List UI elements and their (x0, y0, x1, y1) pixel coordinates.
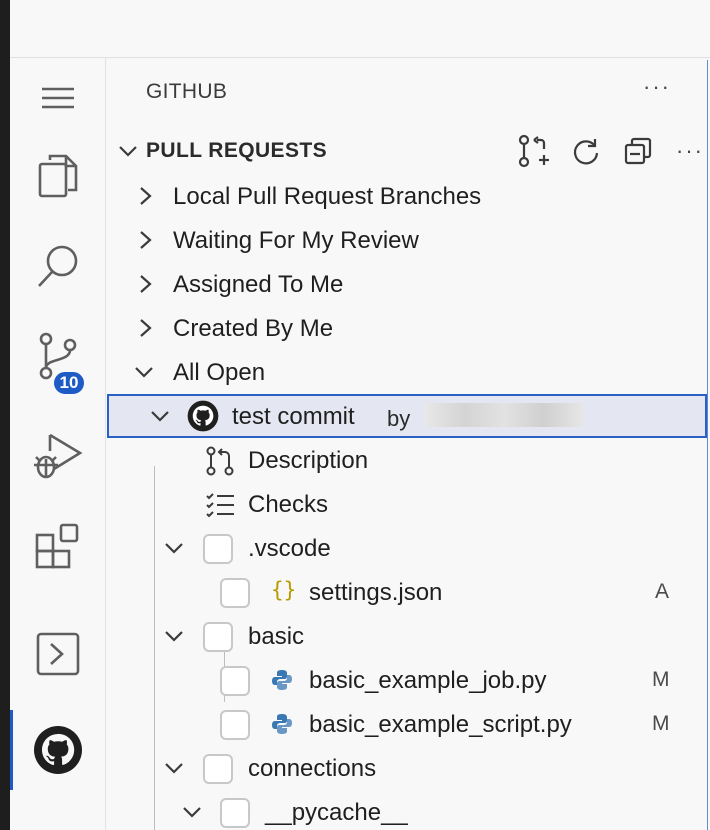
github-avatar-icon (187, 400, 219, 437)
file-item-basic-example-script[interactable]: basic_example_script.py M (107, 702, 707, 746)
chevron-down-icon (117, 140, 139, 167)
search-icon (38, 245, 78, 287)
chevron-down-icon (181, 801, 203, 828)
tree-item-assigned[interactable]: Assigned To Me (107, 262, 707, 306)
python-file-icon (271, 713, 293, 740)
title-bar (10, 0, 710, 58)
pull-request-author-prefix: by (387, 406, 411, 431)
file-label: basic_example_job.py (309, 667, 547, 694)
chevron-down-icon (133, 361, 155, 388)
folder-item-vscode[interactable]: .vscode (107, 526, 707, 570)
menu-button[interactable] (10, 58, 106, 138)
changes-badge: 10 (52, 370, 86, 396)
extensions-icon (35, 523, 79, 569)
file-status-modified: M (652, 668, 670, 691)
git-pull-request-create-icon (518, 134, 549, 168)
collapse-all-button[interactable] (619, 134, 657, 168)
tree-item-label: Local Pull Request Branches (173, 183, 482, 210)
file-checkbox[interactable] (220, 578, 250, 608)
chevron-down-icon (163, 537, 185, 564)
explorer-button[interactable] (10, 136, 106, 216)
tree-item-label: Assigned To Me (173, 271, 344, 298)
file-label: basic_example_script.py (309, 711, 572, 738)
github-button[interactable] (10, 710, 106, 790)
view-more-button[interactable]: ··· (643, 74, 671, 100)
chevron-right-icon (135, 273, 155, 300)
file-checkbox[interactable] (220, 710, 250, 740)
chevron-right-icon (135, 317, 155, 344)
chevron-down-icon (163, 625, 185, 652)
create-pull-request-button[interactable] (515, 134, 553, 168)
chevron-right-icon (135, 229, 155, 256)
refresh-icon (573, 139, 599, 165)
tree-item-description[interactable]: Description (107, 438, 707, 482)
folder-label: .vscode (248, 535, 331, 562)
python-file-icon (271, 669, 293, 696)
pull-requests-section-header[interactable]: PULL REQUESTS ··· (107, 130, 707, 170)
checklist-icon (205, 492, 235, 523)
tree-item-label: Created By Me (173, 315, 334, 342)
tree-item-label: Description (248, 447, 369, 474)
refresh-button[interactable] (567, 134, 605, 168)
source-control-button[interactable]: 10 (10, 316, 106, 396)
folder-label: __pycache__ (265, 799, 408, 826)
file-checkbox[interactable] (220, 666, 250, 696)
file-status-added: A (655, 580, 670, 603)
pull-request-title: test commit (232, 403, 355, 430)
pull-request-item[interactable]: test commit by (107, 394, 707, 438)
json-file-icon: {} (271, 578, 297, 602)
extensions-button[interactable] (10, 506, 106, 586)
file-label: settings.json (309, 579, 443, 606)
folder-checkbox[interactable] (220, 798, 250, 828)
files-icon (38, 154, 78, 198)
file-status-modified: M (652, 712, 670, 735)
view-title: GITHUB (146, 80, 228, 103)
tree-item-all-open[interactable]: All Open (107, 350, 707, 394)
menu-icon (42, 87, 74, 109)
folder-item-pycache[interactable]: __pycache__ (107, 790, 707, 830)
tree-item-created-by-me[interactable]: Created By Me (107, 306, 707, 350)
tree-item-label: All Open (173, 359, 266, 386)
redacted-author (425, 403, 583, 427)
chevron-right-icon (135, 185, 155, 212)
tree-item-label: Checks (248, 491, 329, 518)
folder-checkbox[interactable] (203, 754, 233, 784)
run-debug-button[interactable] (10, 416, 106, 496)
folder-item-basic[interactable]: basic (107, 614, 707, 658)
tree-item-checks[interactable]: Checks (107, 482, 707, 526)
folder-item-connections[interactable]: connections (107, 746, 707, 790)
activity-bar: 10 (10, 58, 106, 830)
folder-checkbox[interactable] (203, 534, 233, 564)
collapse-all-icon (624, 137, 652, 165)
folder-label: basic (248, 623, 305, 650)
folder-checkbox[interactable] (203, 622, 233, 652)
github-icon (34, 726, 82, 774)
github-sidebar: GITHUB ··· PULL REQUESTS ··· Local Pull … (107, 58, 707, 830)
chevron-down-icon (149, 405, 171, 432)
search-button[interactable] (10, 226, 106, 306)
section-label: PULL REQUESTS (146, 139, 328, 162)
window-edge (0, 0, 10, 830)
section-toolbar: ··· (515, 134, 709, 168)
tree-item-waiting-review[interactable]: Waiting For My Review (107, 218, 707, 262)
git-pull-request-icon (205, 446, 235, 481)
folder-label: connections (248, 755, 377, 782)
file-item-basic-example-job[interactable]: basic_example_job.py M (107, 658, 707, 702)
run-debug-icon (34, 433, 83, 479)
chevron-down-icon (163, 757, 185, 784)
file-item-settings-json[interactable]: {} settings.json A (107, 570, 707, 614)
tree-item-local-branches[interactable]: Local Pull Request Branches (107, 174, 707, 218)
terminal-icon (36, 632, 80, 676)
tree-item-label: Waiting For My Review (173, 227, 419, 254)
terminal-button[interactable] (10, 614, 106, 694)
section-more-button[interactable]: ··· (671, 134, 709, 168)
